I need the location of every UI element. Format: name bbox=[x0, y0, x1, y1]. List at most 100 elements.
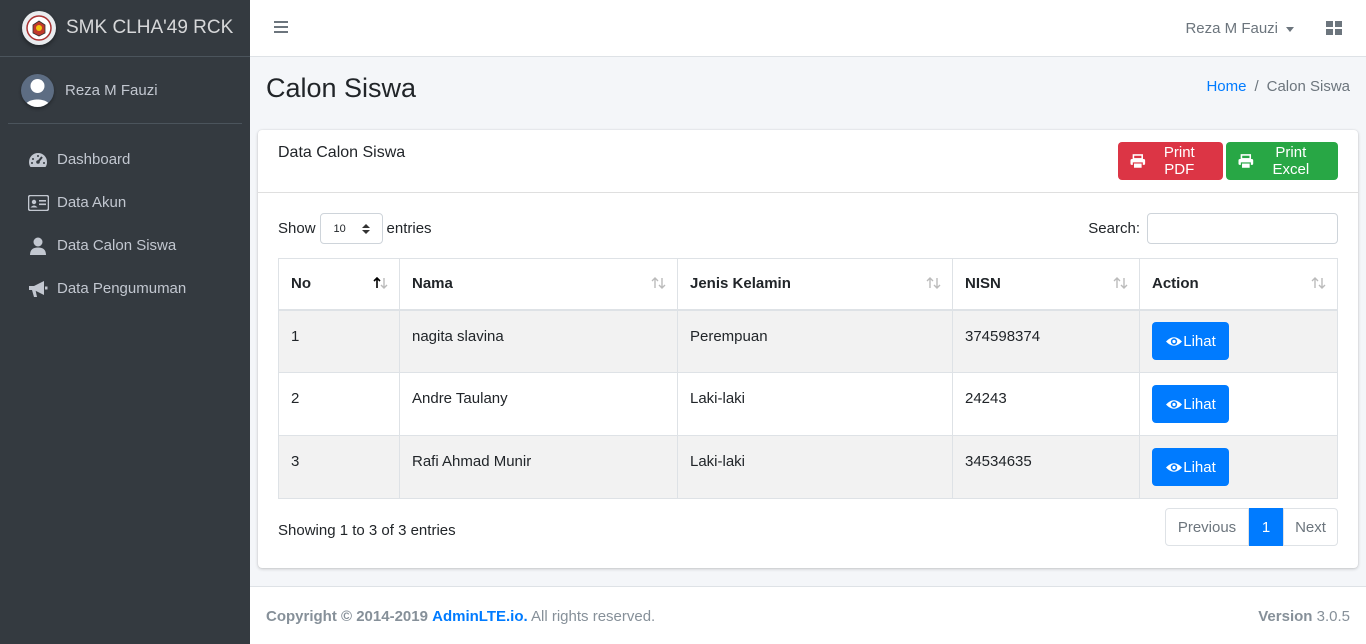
pagination-next[interactable]: Next bbox=[1283, 508, 1338, 546]
show-label: Show bbox=[278, 220, 316, 237]
sidebar-item-label: Data Calon Siswa bbox=[57, 237, 177, 254]
show-entries: Show 10 entries bbox=[278, 213, 432, 244]
lihat-button[interactable]: Lihat bbox=[1152, 322, 1229, 361]
print-pdf-button[interactable]: Print PDF bbox=[1118, 142, 1223, 180]
cell-action: Lihat bbox=[1139, 435, 1338, 499]
id-card-icon bbox=[27, 194, 49, 211]
select-arrows-icon bbox=[361, 224, 370, 234]
cell-action: Lihat bbox=[1139, 372, 1338, 436]
table-info: Showing 1 to 3 of 3 entries bbox=[278, 522, 456, 539]
table-row: 2 Andre Taulany Laki-laki 24243 Lihat bbox=[278, 372, 1338, 436]
school-logo-icon bbox=[22, 11, 56, 45]
breadcrumb-home-link[interactable]: Home bbox=[1206, 78, 1246, 95]
eye-icon bbox=[1166, 337, 1183, 346]
version-label: Version bbox=[1258, 608, 1313, 625]
search-input[interactable] bbox=[1147, 213, 1338, 244]
sort-icon bbox=[926, 277, 941, 289]
print-icon bbox=[1130, 153, 1146, 169]
rights-text: All rights reserved. bbox=[531, 608, 656, 625]
search-box: Search: bbox=[1088, 213, 1338, 244]
column-header-no[interactable]: No bbox=[278, 258, 400, 311]
sidebar-item-data-akun[interactable]: Data Akun bbox=[0, 181, 250, 224]
cell-nisn: 24243 bbox=[952, 372, 1140, 436]
cell-jenis-kelamin: Laki-laki bbox=[677, 372, 953, 436]
adminlte-link[interactable]: AdminLTE.io. bbox=[432, 608, 528, 625]
print-excel-label: Print Excel bbox=[1272, 144, 1310, 178]
column-header-action[interactable]: Action bbox=[1139, 258, 1338, 311]
sort-asc-icon bbox=[373, 277, 388, 289]
sort-icon bbox=[1113, 277, 1128, 289]
lihat-button[interactable]: Lihat bbox=[1152, 448, 1229, 486]
column-header-label: Jenis Kelamin bbox=[690, 275, 791, 293]
main-sidebar: SMK CLHA'49 RCK Reza M Fauzi Dashboard D… bbox=[0, 0, 250, 644]
cell-jenis-kelamin: Perempuan bbox=[677, 309, 953, 373]
main-footer: Copyright © 2014-2019 AdminLTE.io. All r… bbox=[250, 586, 1366, 644]
lihat-label: Lihat bbox=[1183, 458, 1216, 476]
user-panel[interactable]: Reza M Fauzi bbox=[8, 57, 242, 124]
sidebar-item-label: Data Akun bbox=[57, 194, 127, 211]
sort-icon bbox=[651, 277, 666, 289]
pagination-page-1[interactable]: 1 bbox=[1249, 508, 1283, 546]
cell-nama: Andre Taulany bbox=[399, 372, 678, 436]
sidebar-item-label: Dashboard bbox=[57, 151, 131, 168]
user-icon bbox=[27, 237, 49, 255]
tachometer-icon bbox=[27, 151, 49, 169]
cell-action: Lihat bbox=[1139, 309, 1338, 373]
calon-siswa-table: No Nama Jenis Kelamin NISN Action 1 nagi… bbox=[278, 258, 1338, 499]
copyright-text: Copyright © 2014-2019 bbox=[266, 608, 428, 625]
lihat-label: Lihat bbox=[1183, 395, 1216, 413]
search-label: Search: bbox=[1088, 220, 1140, 237]
brand-link[interactable]: SMK CLHA'49 RCK bbox=[0, 0, 250, 57]
breadcrumb: Home / Calon Siswa bbox=[1206, 78, 1350, 95]
pagination-previous[interactable]: Previous bbox=[1165, 508, 1249, 546]
column-header-nama[interactable]: Nama bbox=[399, 258, 678, 311]
entries-select-value: 10 bbox=[333, 222, 346, 235]
breadcrumb-separator: / bbox=[1254, 78, 1259, 95]
cell-nama: Rafi Ahmad Munir bbox=[399, 435, 678, 499]
data-card: Data Calon Siswa Print PDF Print Excel S… bbox=[258, 130, 1358, 568]
user-dropdown-label: Reza M Fauzi bbox=[1185, 20, 1278, 37]
footer-copyright: Copyright © 2014-2019 AdminLTE.io. All r… bbox=[266, 608, 655, 625]
cell-jenis-kelamin: Laki-laki bbox=[677, 435, 953, 499]
column-header-label: Action bbox=[1152, 275, 1199, 293]
card-header: Data Calon Siswa Print PDF Print Excel bbox=[258, 130, 1358, 193]
menu-toggle-icon[interactable] bbox=[274, 20, 288, 38]
column-header-jenis-kelamin[interactable]: Jenis Kelamin bbox=[677, 258, 953, 311]
bullhorn-icon bbox=[27, 280, 49, 298]
sort-icon bbox=[1311, 277, 1326, 289]
eye-icon bbox=[1166, 462, 1183, 472]
page-title: Calon Siswa bbox=[266, 73, 417, 103]
print-excel-button[interactable]: Print Excel bbox=[1226, 142, 1338, 180]
sidebar-item-data-pengumuman[interactable]: Data Pengumuman bbox=[0, 267, 250, 310]
entries-select[interactable]: 10 bbox=[319, 213, 383, 244]
control-sidebar-grid-icon[interactable] bbox=[1326, 21, 1342, 39]
breadcrumb-current: Calon Siswa bbox=[1266, 78, 1350, 95]
column-header-label: No bbox=[291, 275, 311, 293]
brand-title: SMK CLHA'49 RCK bbox=[66, 17, 234, 38]
table-header-row: No Nama Jenis Kelamin NISN Action bbox=[278, 258, 1338, 311]
cell-no: 2 bbox=[278, 372, 400, 436]
avatar bbox=[21, 73, 54, 107]
lihat-button[interactable]: Lihat bbox=[1152, 385, 1229, 423]
card-title: Data Calon Siswa bbox=[278, 144, 406, 161]
cell-no: 1 bbox=[278, 309, 400, 373]
sidebar-item-data-calon-siswa[interactable]: Data Calon Siswa bbox=[0, 224, 250, 267]
user-dropdown[interactable]: Reza M Fauzi bbox=[1185, 20, 1294, 37]
table-row: 1 nagita slavina Perempuan 374598374 Lih… bbox=[278, 309, 1338, 373]
cell-nama: nagita slavina bbox=[399, 309, 678, 373]
print-pdf-label: Print PDF bbox=[1163, 144, 1195, 178]
sidebar-item-label: Data Pengumuman bbox=[57, 280, 187, 297]
column-header-label: Nama bbox=[412, 275, 453, 293]
version-number: 3.0.5 bbox=[1316, 608, 1350, 625]
eye-icon bbox=[1166, 399, 1183, 409]
lihat-label: Lihat bbox=[1183, 332, 1216, 350]
column-header-label: NISN bbox=[965, 275, 1001, 293]
cell-nisn: 34534635 bbox=[952, 435, 1140, 499]
sidebar-item-dashboard[interactable]: Dashboard bbox=[0, 138, 250, 181]
table-row: 3 Rafi Ahmad Munir Laki-laki 34534635 Li… bbox=[278, 435, 1338, 499]
column-header-nisn[interactable]: NISN bbox=[952, 258, 1140, 311]
top-navbar: Reza M Fauzi bbox=[250, 0, 1366, 57]
print-icon bbox=[1238, 153, 1254, 169]
pagination: Previous 1 Next bbox=[1165, 508, 1338, 546]
entries-label: entries bbox=[386, 220, 432, 237]
